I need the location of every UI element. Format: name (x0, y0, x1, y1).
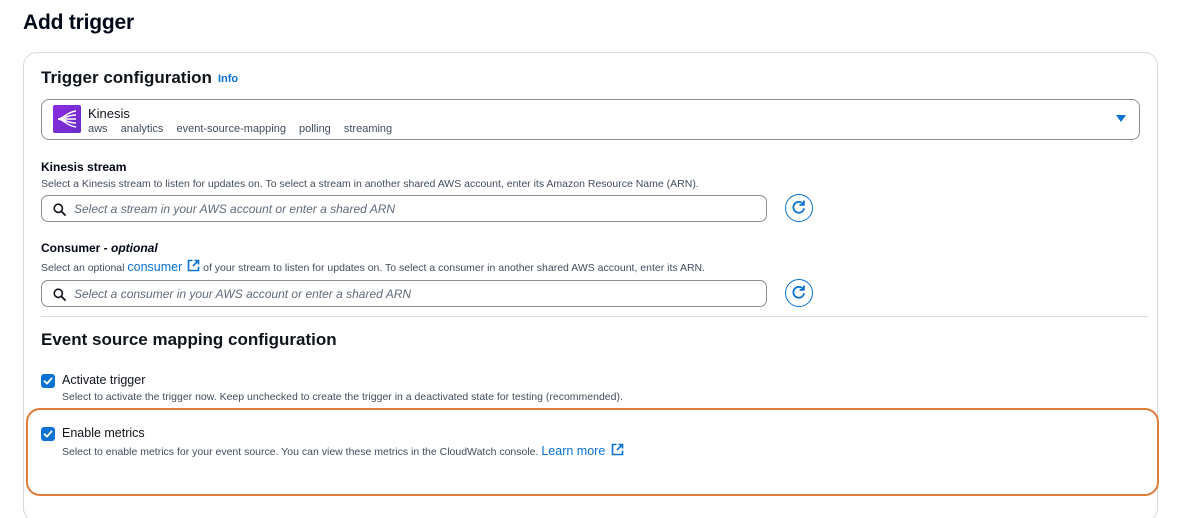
consumer-description: Select an optional consumer of your stre… (41, 259, 705, 274)
trigger-config-title: Trigger configuration (41, 68, 212, 87)
external-link-icon[interactable] (611, 443, 624, 456)
search-icon (53, 203, 66, 216)
activate-trigger-label[interactable]: Activate trigger (62, 373, 145, 387)
consumer-desc-before: Select an optional (41, 262, 128, 274)
enable-metrics-label[interactable]: Enable metrics (62, 426, 145, 440)
consumer-label-optional: optional (111, 241, 158, 255)
section-divider (41, 316, 1148, 317)
kinesis-icon (53, 105, 81, 133)
search-icon (53, 288, 66, 301)
refresh-streams-button[interactable] (785, 194, 813, 222)
enable-metrics-desc-text: Select to enable metrics for your event … (62, 446, 542, 458)
activate-trigger-checkbox[interactable] (41, 374, 55, 388)
activate-trigger-description: Select to activate the trigger now. Keep… (62, 391, 623, 403)
source-tag: polling (299, 123, 331, 135)
consumer-desc-after: of your stream to listen for updates on.… (200, 262, 706, 274)
kinesis-stream-input[interactable] (74, 199, 754, 218)
learn-more-link[interactable]: Learn more (541, 444, 605, 458)
consumer-link[interactable]: consumer (127, 260, 182, 274)
source-tag: streaming (343, 123, 393, 135)
kinesis-stream-field[interactable] (41, 195, 767, 222)
source-name: Kinesis (88, 106, 130, 121)
source-tag: analytics (120, 123, 164, 135)
consumer-label-main: Consumer - (41, 241, 112, 255)
refresh-icon (792, 200, 805, 214)
refresh-icon (792, 285, 805, 299)
consumer-input[interactable] (74, 284, 754, 303)
source-tags: aws analytics event-source-mapping polli… (88, 123, 402, 135)
page-title: Add trigger (23, 11, 134, 34)
source-tag: aws (88, 123, 108, 135)
refresh-consumers-button[interactable] (785, 279, 813, 307)
source-tag: event-source-mapping (176, 123, 286, 135)
info-link[interactable]: Info (218, 73, 238, 85)
consumer-field[interactable] (41, 280, 767, 307)
external-link-icon[interactable] (187, 259, 200, 272)
enable-metrics-checkbox[interactable] (41, 427, 55, 441)
consumer-label: Consumer - optional (41, 241, 158, 255)
checkmark-icon (43, 430, 53, 438)
esm-config-title: Event source mapping configuration (41, 330, 337, 349)
trigger-panel: Trigger configuration Info Kinesis aws an… (23, 52, 1158, 518)
enable-metrics-description: Select to enable metrics for your event … (62, 443, 624, 458)
trigger-config-heading: Trigger configuration Info (41, 68, 238, 88)
caret-down-icon[interactable] (1116, 115, 1126, 122)
kinesis-stream-description: Select a Kinesis stream to listen for up… (41, 178, 699, 190)
source-select[interactable]: Kinesis aws analytics event-source-mappi… (41, 99, 1140, 140)
kinesis-stream-label: Kinesis stream (41, 160, 127, 174)
checkmark-icon (43, 377, 53, 385)
